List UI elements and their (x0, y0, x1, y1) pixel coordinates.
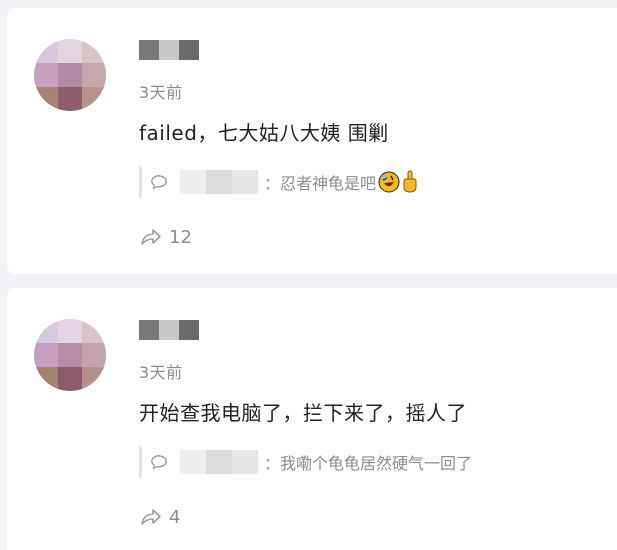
name-pixel (139, 40, 159, 60)
name-pixel (179, 320, 199, 340)
name-pixel (232, 450, 258, 474)
reply-text: ：我嘞个龟龟居然硬气一回了 (264, 454, 473, 473)
avatar-pixel (34, 319, 58, 343)
avatar-pixel (58, 39, 82, 63)
comment-bubble-icon (151, 455, 167, 470)
reply-text: ：忍者神龟是吧 (264, 174, 377, 193)
avatar[interactable] (34, 39, 106, 111)
avatar-pixel (34, 367, 58, 391)
share-count: 4 (169, 506, 181, 528)
username-obscured[interactable] (139, 40, 199, 60)
share-button[interactable]: 12 (139, 225, 192, 249)
comment-feed: 3天前 failed，七大姑八大姨 围剿 ：忍者神龟是吧 12 3天前 开始查我… (0, 0, 617, 550)
name-pixel (179, 40, 199, 60)
avatar-pixel (82, 343, 106, 367)
reply-username-obscured[interactable] (180, 450, 258, 474)
post-time: 3天前 (139, 83, 183, 102)
comment-text: failed，七大姑八大姨 围剿 (139, 121, 389, 145)
comment-bubble-icon (151, 175, 167, 190)
share-count: 12 (169, 226, 192, 248)
name-pixel (206, 450, 232, 474)
avatar-pixel (58, 367, 82, 391)
avatar-pixel (82, 367, 106, 391)
name-pixel (139, 320, 159, 340)
name-pixel (180, 170, 206, 194)
avatar[interactable] (34, 319, 106, 391)
share-arrow-icon (141, 509, 161, 525)
comment-card: 3天前 开始查我电脑了，拦下来了，摇人了 ：我嘞个龟龟居然硬气一回了 4 (7, 288, 617, 550)
post-time: 3天前 (139, 363, 183, 382)
avatar-pixel (58, 63, 82, 87)
avatar-pixel (34, 39, 58, 63)
avatar-pixel (58, 87, 82, 111)
avatar-pixel (82, 39, 106, 63)
username-obscured[interactable] (139, 320, 199, 340)
avatar-pixel (34, 87, 58, 111)
name-pixel (206, 170, 232, 194)
avatar-pixel (34, 63, 58, 87)
reply-preview[interactable]: ：我嘞个龟龟居然硬气一回了 (139, 446, 579, 478)
comment-card: 3天前 failed，七大姑八大姨 围剿 ：忍者神龟是吧 12 (7, 8, 617, 274)
reply-preview[interactable]: ：忍者神龟是吧 (139, 166, 579, 198)
avatar-pixel (58, 319, 82, 343)
comment-text: 开始查我电脑了，拦下来了，摇人了 (139, 401, 467, 425)
share-button[interactable]: 4 (139, 505, 180, 529)
share-arrow-icon (141, 229, 161, 245)
name-pixel (232, 170, 258, 194)
avatar-pixel (58, 343, 82, 367)
avatar-pixel (82, 87, 106, 111)
name-pixel (159, 320, 179, 340)
avatar-pixel (34, 343, 58, 367)
avatar-pixel (82, 319, 106, 343)
name-pixel (159, 40, 179, 60)
name-pixel (180, 450, 206, 474)
avatar-pixel (82, 63, 106, 87)
reply-username-obscured[interactable] (180, 170, 258, 194)
rolling-laughing-emoji (378, 171, 400, 193)
middle-finger-emoji (403, 170, 417, 193)
